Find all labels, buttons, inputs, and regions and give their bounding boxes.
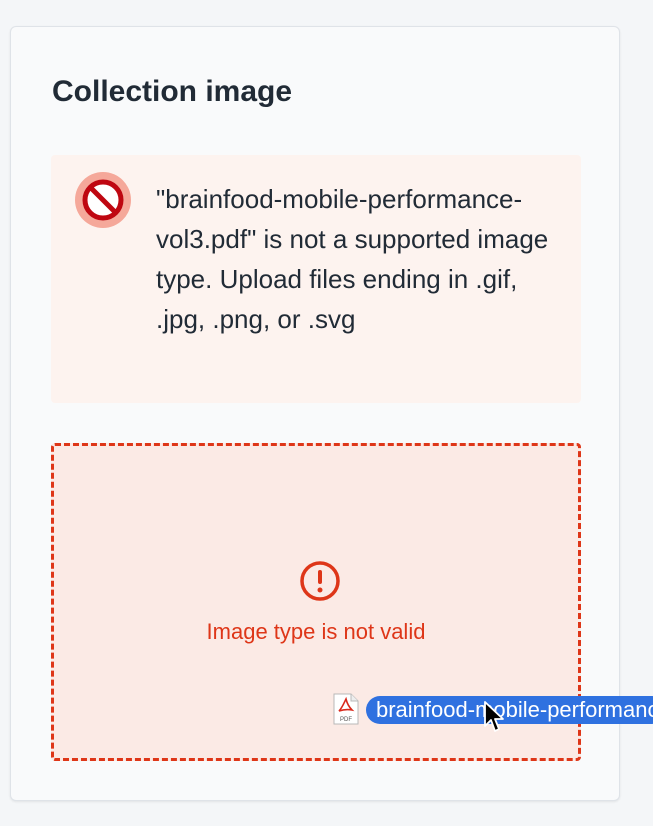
- dropzone-error-text: Image type is not valid: [206, 619, 426, 644]
- pdf-file-icon: PDF: [333, 693, 359, 725]
- blocked-icon: [75, 172, 131, 228]
- arrow-cursor-icon: [484, 701, 504, 732]
- dragged-file-name: brainfood-mobile-performance-vol3.pdf: [366, 696, 653, 724]
- error-banner-message: "brainfood-mobile-performance-vol3.pdf" …: [156, 184, 549, 334]
- error-banner: "brainfood-mobile-performance-vol3.pdf" …: [51, 155, 581, 403]
- collection-image-card: Collection image "brainfood-mobile-perfo…: [10, 26, 620, 801]
- pdf-file-icon-label: PDF: [340, 717, 352, 723]
- card-title: Collection image: [52, 75, 293, 108]
- alert-circle-icon: [300, 561, 340, 601]
